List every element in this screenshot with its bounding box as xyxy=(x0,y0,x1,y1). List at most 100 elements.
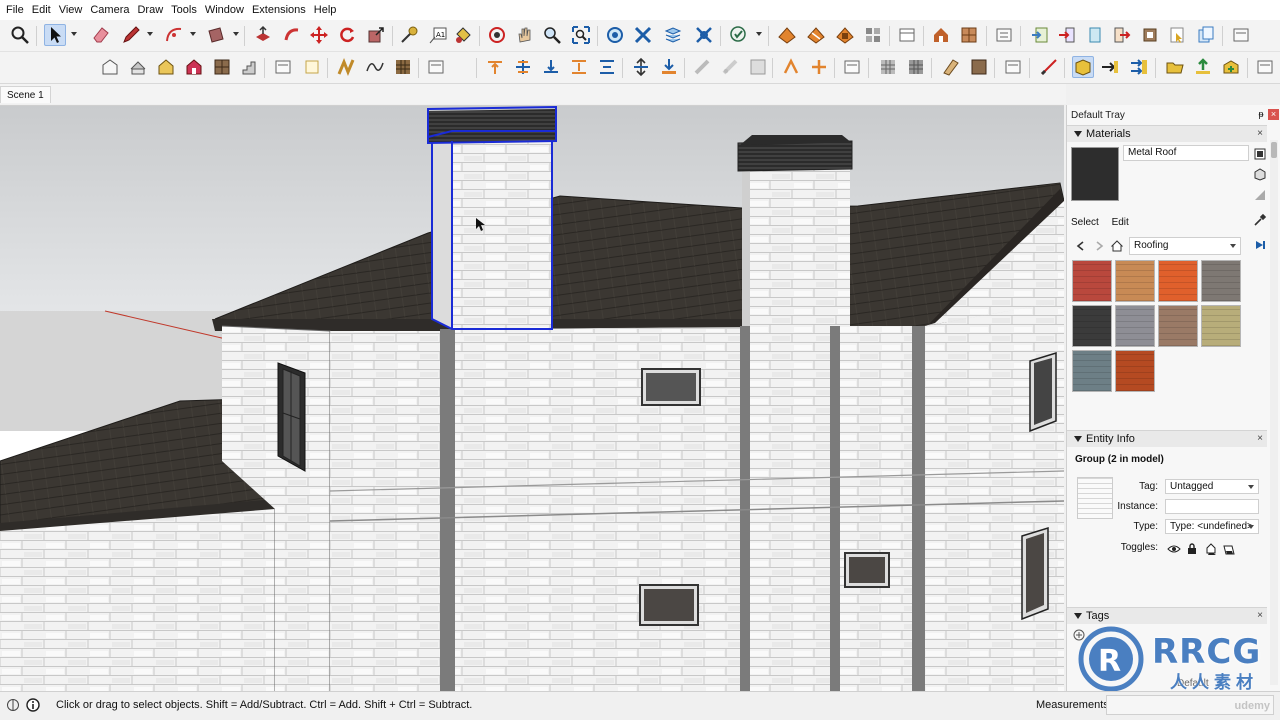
extension-warehouse-icon[interactable] xyxy=(834,24,856,46)
gray-tool-a-icon[interactable] xyxy=(691,56,713,78)
rectangle-tool-icon[interactable] xyxy=(205,24,227,46)
scene-tab[interactable]: Scene 1 xyxy=(0,86,51,103)
move-tool-icon[interactable] xyxy=(308,24,330,46)
push-pull-icon[interactable] xyxy=(252,24,274,46)
note-icon[interactable] xyxy=(301,56,323,78)
entity-info-close-icon[interactable]: × xyxy=(1257,433,1263,444)
pencil-line-icon[interactable] xyxy=(120,24,142,46)
menu-file[interactable]: File xyxy=(2,0,28,20)
geo-location-icon[interactable] xyxy=(6,698,20,712)
default-material-icon[interactable] xyxy=(1253,188,1267,202)
share-model-icon[interactable] xyxy=(805,24,827,46)
styles-icon[interactable] xyxy=(728,24,750,46)
material-swatch-roof-metal-blue-gray[interactable] xyxy=(1072,350,1112,392)
materials-panel-header[interactable]: Materials × xyxy=(1067,125,1267,142)
align-middle-icon[interactable] xyxy=(512,56,534,78)
forward-arrow-icon[interactable] xyxy=(1093,240,1105,252)
door-in-icon[interactable] xyxy=(1056,24,1078,46)
modeling-viewport[interactable] xyxy=(0,105,1064,691)
menu-window[interactable]: Window xyxy=(201,0,248,20)
instance-field[interactable] xyxy=(1165,499,1259,514)
grid-a-icon[interactable] xyxy=(877,56,899,78)
panel-a-icon[interactable] xyxy=(272,56,294,78)
back-arrow-icon[interactable] xyxy=(1075,240,1087,252)
plugin-panel-icon[interactable] xyxy=(993,24,1015,46)
instructor-info-icon[interactable] xyxy=(26,698,40,712)
material-swatch-roof-spanish-tile[interactable] xyxy=(1115,350,1155,392)
wall-tool-icon[interactable] xyxy=(99,56,121,78)
folder-open-icon[interactable] xyxy=(1164,56,1186,78)
panel-c-icon[interactable] xyxy=(841,56,863,78)
menu-view[interactable]: View xyxy=(55,0,87,20)
add-component-icon[interactable] xyxy=(1220,56,1242,78)
stair-tool-icon[interactable] xyxy=(239,56,261,78)
section-cuts-icon[interactable] xyxy=(662,24,684,46)
tags-panel-header[interactable]: Tags × xyxy=(1067,607,1267,624)
pan-hand-icon[interactable] xyxy=(514,24,536,46)
panel-b-icon[interactable] xyxy=(425,56,447,78)
menu-tools[interactable]: Tools xyxy=(167,0,201,20)
menu-camera[interactable]: Camera xyxy=(86,0,133,20)
material-swatch-roof-shingle-tan[interactable] xyxy=(1115,260,1155,302)
material-swatch-roof-shake-brown[interactable] xyxy=(1158,305,1198,347)
add-tag-icon[interactable] xyxy=(1073,629,1085,641)
orbit-icon[interactable] xyxy=(486,24,508,46)
roof-tool-icon[interactable] xyxy=(127,56,149,78)
follow-me-icon[interactable] xyxy=(281,24,303,46)
select-tool-icon[interactable] xyxy=(44,24,66,46)
arrows-stack-icon[interactable] xyxy=(1128,56,1150,78)
wood-b-icon[interactable] xyxy=(968,56,990,78)
curve-tool-icon[interactable] xyxy=(335,56,357,78)
menu-extensions[interactable]: Extensions xyxy=(248,0,310,20)
tray-pin-icon[interactable]: ᵽ xyxy=(1256,109,1266,119)
default-tag-row[interactable]: Default xyxy=(1177,678,1209,689)
docs-stack-icon[interactable] xyxy=(1195,24,1217,46)
arrow-right-icon[interactable] xyxy=(1099,56,1121,78)
grid-b-icon[interactable] xyxy=(905,56,927,78)
eyedropper-icon[interactable] xyxy=(1253,213,1267,227)
layout-icon[interactable] xyxy=(896,24,918,46)
gray-tool-c-icon[interactable] xyxy=(747,56,769,78)
material-swatch-roof-red-metal[interactable] xyxy=(1072,260,1112,302)
orange-tool-a-icon[interactable] xyxy=(780,56,802,78)
zoom-icon[interactable] xyxy=(541,24,563,46)
panel-e-icon[interactable] xyxy=(1254,56,1276,78)
tag-select[interactable]: Untagged xyxy=(1165,479,1259,494)
material-name-field[interactable]: Metal Roof xyxy=(1123,145,1249,161)
material-swatch-roof-thatch-olive[interactable] xyxy=(1201,305,1241,347)
import-arrow-icon[interactable] xyxy=(1029,24,1051,46)
vertical-move-icon[interactable] xyxy=(630,56,652,78)
model-materials-icon[interactable] xyxy=(1253,167,1267,181)
upload-icon[interactable] xyxy=(1192,56,1214,78)
door-panel-icon[interactable] xyxy=(1084,24,1106,46)
components-icon[interactable] xyxy=(862,24,884,46)
menu-edit[interactable]: Edit xyxy=(28,0,55,20)
yellow-box-icon[interactable] xyxy=(1072,56,1094,78)
material-swatch-roof-tile-orange[interactable] xyxy=(1158,260,1198,302)
menu-help[interactable]: Help xyxy=(310,0,341,20)
drop-icon[interactable] xyxy=(658,56,680,78)
panel-d-icon[interactable] xyxy=(1002,56,1024,78)
menu-draw[interactable]: Draw xyxy=(133,0,167,20)
frame-icon[interactable] xyxy=(1139,24,1161,46)
orange-tool-b-icon[interactable] xyxy=(808,56,830,78)
arc-tool-icon[interactable] xyxy=(163,24,185,46)
lock-icon[interactable] xyxy=(1185,542,1199,556)
gable-tool-icon[interactable] xyxy=(155,56,177,78)
section-fill-icon[interactable] xyxy=(632,24,654,46)
home-icon[interactable] xyxy=(1111,240,1123,252)
tape-measure-icon[interactable] xyxy=(398,24,420,46)
material-library-select[interactable]: Roofing xyxy=(1129,237,1241,255)
distribute-icon[interactable] xyxy=(568,56,590,78)
list-panel-icon[interactable] xyxy=(1230,24,1252,46)
align-top-icon[interactable] xyxy=(484,56,506,78)
pointer-doc-icon[interactable] xyxy=(1166,24,1188,46)
floor-tool-icon[interactable] xyxy=(211,56,233,78)
wood-a-icon[interactable] xyxy=(940,56,962,78)
create-material-icon[interactable] xyxy=(1253,147,1267,161)
tab-edit[interactable]: Edit xyxy=(1112,217,1129,228)
eye-icon[interactable] xyxy=(1167,542,1181,556)
receive-shadow-icon[interactable] xyxy=(1222,542,1236,556)
tab-select[interactable]: Select xyxy=(1071,217,1099,228)
material-swatch-roof-slate-gray[interactable] xyxy=(1201,260,1241,302)
